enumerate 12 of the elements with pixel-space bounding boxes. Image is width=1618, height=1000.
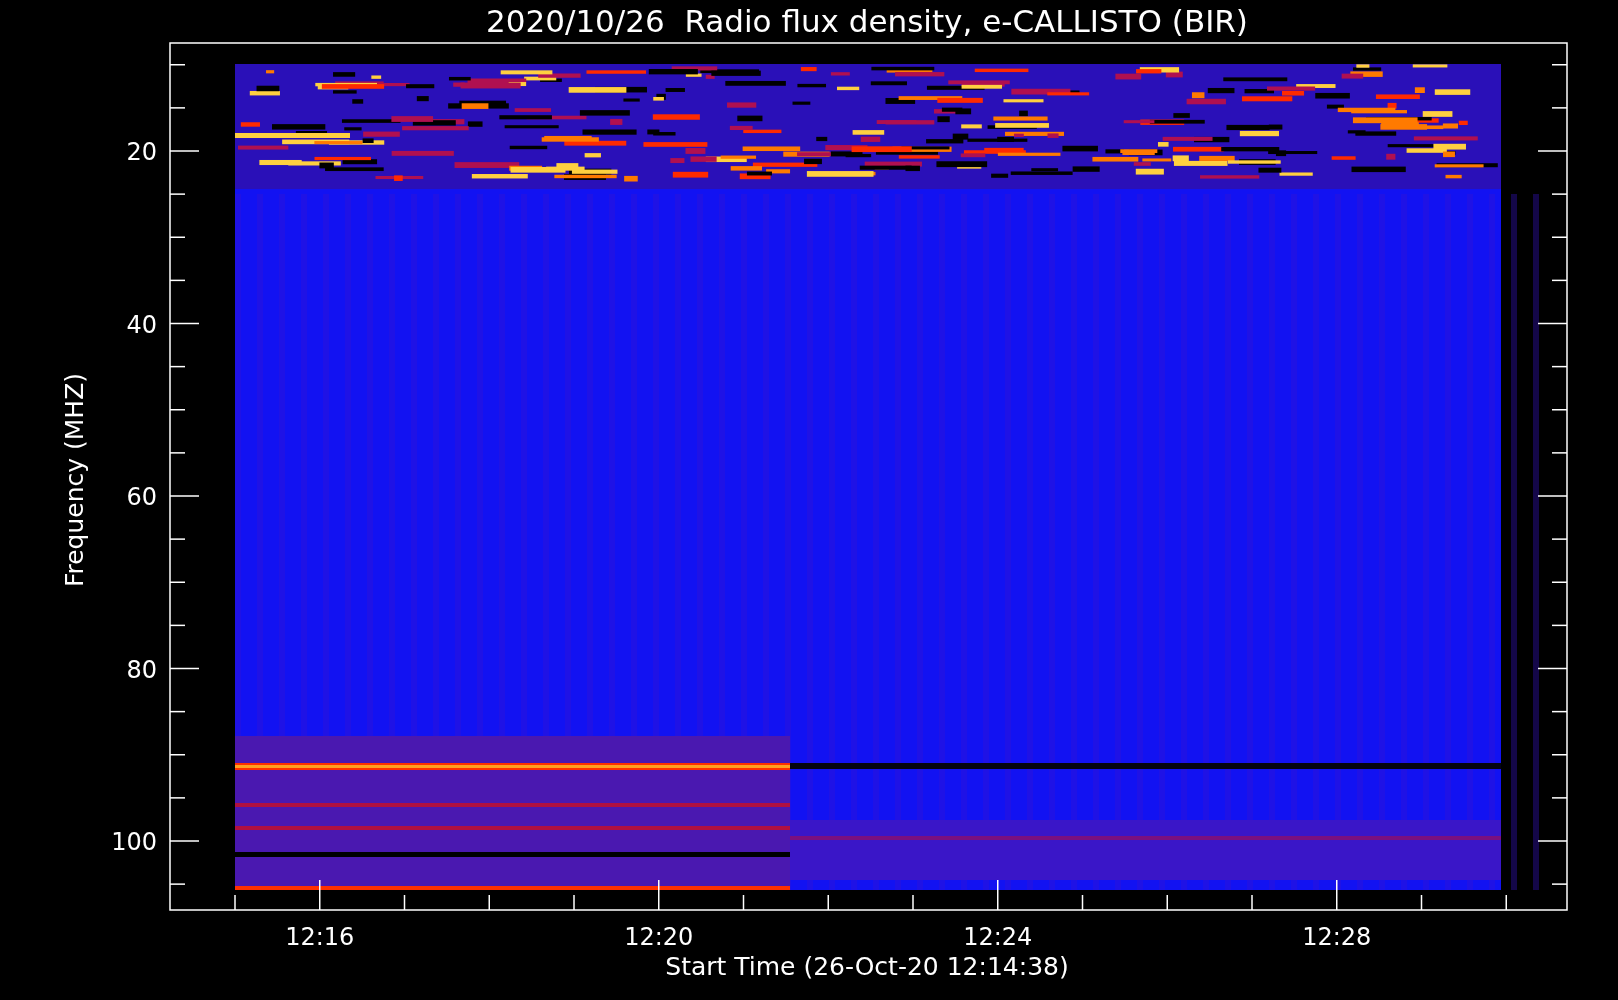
x-tick-label: 12:20	[624, 923, 694, 951]
x-tick-label: 12:24	[963, 923, 1033, 951]
x-axis-title: Start Time (26-Oct-20 12:14:38)	[665, 952, 1069, 981]
plot-title: 2020/10/26 Radio flux density, e-CALLISTO (BIR)	[486, 3, 1248, 39]
y-axis-title: Frequency (MHZ)	[60, 372, 89, 588]
y-tick-label: 60	[126, 483, 157, 511]
y-tick-label: 80	[126, 655, 157, 684]
y-tick-label: 100	[111, 828, 157, 856]
x-tick-label: 12:28	[1302, 923, 1372, 951]
y-tick-label: 20	[126, 138, 157, 166]
x-tick-label: 12:16	[285, 923, 355, 951]
y-tick-label: 40	[126, 310, 157, 339]
